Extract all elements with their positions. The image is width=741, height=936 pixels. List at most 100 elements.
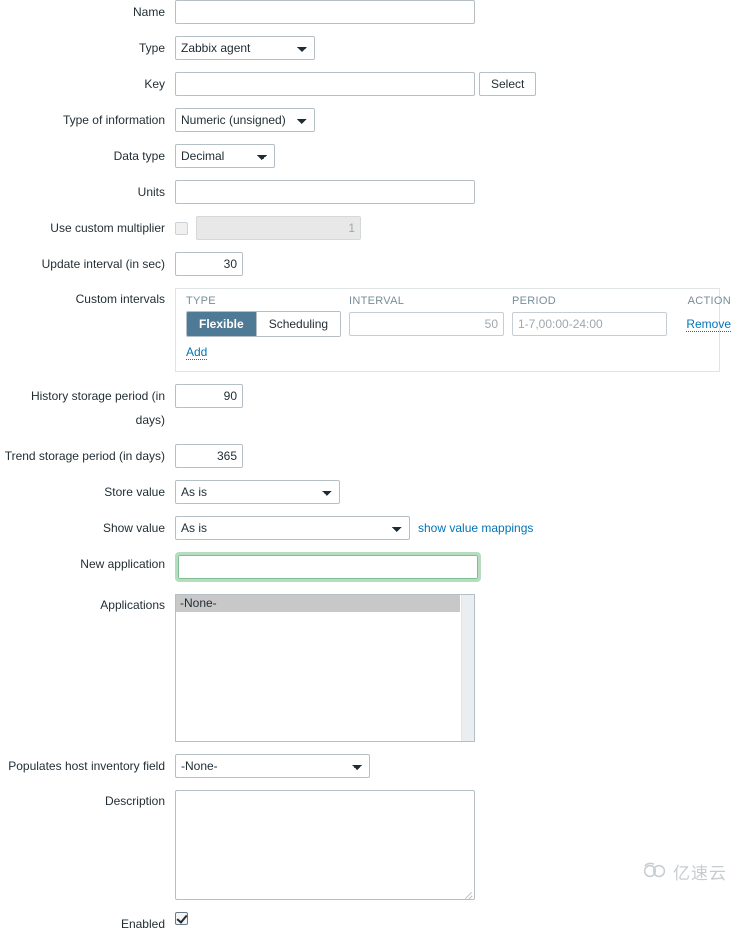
show-value-select[interactable]: As is bbox=[175, 516, 410, 540]
units-field-wrap bbox=[175, 180, 741, 204]
description-textarea[interactable] bbox=[175, 790, 475, 900]
units-input[interactable] bbox=[175, 180, 475, 204]
type-of-information-select[interactable]: Numeric (unsigned) bbox=[175, 108, 315, 132]
field-row-update-interval: Update interval (in sec) bbox=[0, 252, 741, 276]
interval-period-input[interactable] bbox=[512, 312, 667, 336]
new-application-label: New application bbox=[80, 557, 165, 571]
field-row-applications: Applications -None- bbox=[0, 594, 741, 742]
applications-scrollbar[interactable] bbox=[461, 595, 474, 741]
column-header-interval: INTERVAL bbox=[349, 295, 405, 307]
remove-interval-link[interactable]: Remove bbox=[686, 317, 731, 332]
interval-action-cell: Remove bbox=[675, 317, 731, 332]
type-select[interactable]: Zabbix agent bbox=[175, 36, 315, 60]
type-of-information-label: Type of information bbox=[62, 113, 165, 127]
type-of-information-field-wrap: Numeric (unsigned) bbox=[175, 108, 741, 132]
applications-option-none[interactable]: -None- bbox=[176, 595, 460, 612]
update-interval-label: Update interval (in sec) bbox=[41, 257, 165, 271]
use-custom-multiplier-field-wrap bbox=[175, 216, 741, 240]
trend-storage-period-field-wrap bbox=[175, 444, 741, 468]
history-storage-period-field-wrap bbox=[175, 384, 741, 408]
enabled-field-wrap bbox=[175, 912, 741, 925]
store-value-select[interactable]: As is bbox=[175, 480, 340, 504]
field-row-new-application: New application bbox=[0, 552, 741, 582]
trend-storage-period-input[interactable] bbox=[175, 444, 243, 468]
description-textarea-wrap bbox=[175, 790, 475, 900]
custom-interval-row: Flexible Scheduling Remove bbox=[176, 311, 731, 337]
new-application-focus-ring bbox=[175, 552, 481, 582]
field-row-description: Description bbox=[0, 790, 741, 900]
show-value-field-wrap: As is show value mappings bbox=[175, 516, 741, 540]
interval-value-input[interactable] bbox=[349, 312, 504, 336]
custom-intervals-table: TYPE INTERVAL PERIOD ACTION Flexible Sch… bbox=[175, 288, 731, 372]
add-interval-link[interactable]: Add bbox=[186, 345, 208, 360]
store-value-label: Store value bbox=[104, 485, 165, 499]
name-field-wrap bbox=[175, 0, 741, 24]
watermark: 亿速云 bbox=[642, 859, 727, 884]
use-custom-multiplier-checkbox[interactable] bbox=[175, 221, 188, 235]
field-row-show-value: Show value As is show value mappings bbox=[0, 516, 741, 540]
host-inventory-field-select[interactable]: -None- bbox=[175, 754, 370, 778]
interval-value-cell bbox=[349, 312, 512, 336]
field-row-units: Units bbox=[0, 180, 741, 204]
field-row-use-custom-multiplier: Use custom multiplier bbox=[0, 216, 741, 240]
custom-intervals-add-row: Add bbox=[176, 337, 719, 371]
key-label: Key bbox=[144, 77, 165, 91]
interval-type-scheduling-button[interactable]: Scheduling bbox=[255, 312, 341, 336]
field-row-data-type: Data type Decimal bbox=[0, 144, 741, 168]
data-type-label: Data type bbox=[113, 149, 165, 163]
type-field-wrap: Zabbix agent bbox=[175, 36, 741, 60]
column-header-type: TYPE bbox=[186, 295, 216, 307]
host-inventory-field-label: Populates host inventory field bbox=[8, 759, 165, 773]
cloud-icon bbox=[642, 862, 668, 882]
custom-intervals-header-row: TYPE INTERVAL PERIOD ACTION bbox=[176, 289, 731, 311]
column-header-action: ACTION bbox=[687, 295, 731, 307]
field-row-store-value: Store value As is bbox=[0, 480, 741, 504]
field-row-key: Key Select bbox=[0, 72, 741, 96]
trend-storage-period-label: Trend storage period (in days) bbox=[4, 449, 165, 463]
custom-intervals-label: Custom intervals bbox=[75, 292, 165, 306]
show-value-mappings-link[interactable]: show value mappings bbox=[418, 521, 533, 535]
interval-type-flexible-button[interactable]: Flexible bbox=[187, 312, 256, 336]
enabled-label: Enabled bbox=[120, 917, 165, 931]
field-row-name: Name bbox=[0, 0, 741, 24]
name-label: Name bbox=[132, 5, 165, 19]
watermark-text: 亿速云 bbox=[673, 864, 727, 884]
applications-scrollbar-thumb[interactable] bbox=[462, 595, 474, 741]
interval-type-toggle: Flexible Scheduling bbox=[186, 311, 342, 337]
new-application-field-wrap bbox=[175, 552, 741, 582]
field-row-history-storage-period: History storage period (in days) bbox=[0, 384, 741, 432]
key-input[interactable] bbox=[175, 72, 475, 96]
history-storage-period-input[interactable] bbox=[175, 384, 243, 408]
interval-type-cell: Flexible Scheduling bbox=[186, 311, 349, 337]
data-type-select[interactable]: Decimal bbox=[175, 144, 275, 168]
enabled-checkbox[interactable] bbox=[175, 912, 188, 925]
custom-intervals-field-wrap: TYPE INTERVAL PERIOD ACTION Flexible Sch… bbox=[175, 288, 741, 372]
select-key-button[interactable]: Select bbox=[479, 72, 537, 96]
update-interval-field-wrap bbox=[175, 252, 741, 276]
use-custom-multiplier-label: Use custom multiplier bbox=[50, 221, 165, 235]
interval-period-cell bbox=[512, 312, 675, 336]
key-field-wrap: Select bbox=[175, 72, 741, 96]
host-inventory-field-wrap: -None- bbox=[175, 754, 741, 778]
history-storage-period-label: History storage period (in days) bbox=[30, 389, 165, 427]
new-application-input[interactable] bbox=[178, 555, 478, 579]
applications-field-wrap: -None- bbox=[175, 594, 741, 742]
units-label: Units bbox=[137, 185, 165, 199]
field-row-type: Type Zabbix agent bbox=[0, 36, 741, 60]
item-configuration-form: Name Type Zabbix agent Key Select Type o… bbox=[0, 0, 741, 936]
field-row-enabled: Enabled bbox=[0, 912, 741, 936]
applications-label: Applications bbox=[100, 598, 165, 612]
custom-multiplier-input bbox=[196, 216, 361, 240]
store-value-field-wrap: As is bbox=[175, 480, 741, 504]
field-row-custom-intervals: Custom intervals TYPE INTERVAL PERIOD AC… bbox=[0, 288, 741, 372]
show-value-label: Show value bbox=[102, 521, 165, 535]
data-type-field-wrap: Decimal bbox=[175, 144, 741, 168]
column-header-period: PERIOD bbox=[512, 295, 556, 307]
field-row-host-inventory-field: Populates host inventory field -None- bbox=[0, 754, 741, 778]
field-row-type-of-information: Type of information Numeric (unsigned) bbox=[0, 108, 741, 132]
update-interval-input[interactable] bbox=[175, 252, 243, 276]
name-input[interactable] bbox=[175, 0, 475, 24]
field-row-trend-storage-period: Trend storage period (in days) bbox=[0, 444, 741, 468]
applications-listbox[interactable]: -None- bbox=[175, 594, 475, 742]
type-label: Type bbox=[138, 41, 165, 55]
